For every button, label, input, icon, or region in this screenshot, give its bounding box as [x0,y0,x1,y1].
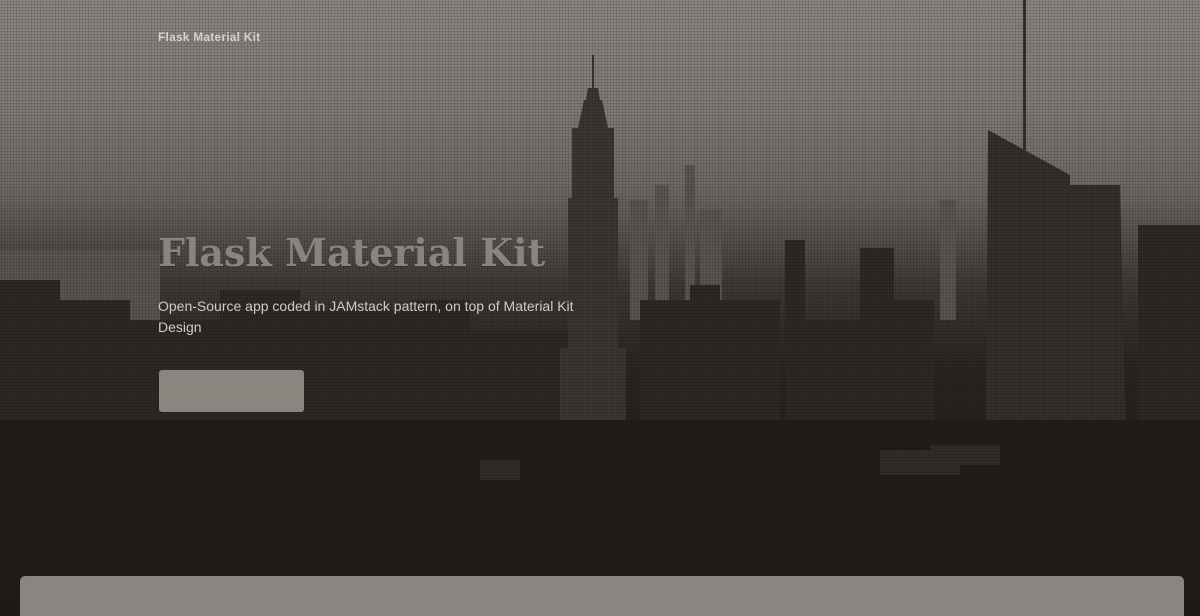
hero-subtitle: Open-Source app coded in JAMstack patter… [158,298,574,335]
hero-title: Flask Material Kit [158,230,546,275]
content-card [20,576,1184,616]
hero-cta-button[interactable] [159,370,304,412]
navbar-brand[interactable]: Flask Material Kit [158,30,260,44]
